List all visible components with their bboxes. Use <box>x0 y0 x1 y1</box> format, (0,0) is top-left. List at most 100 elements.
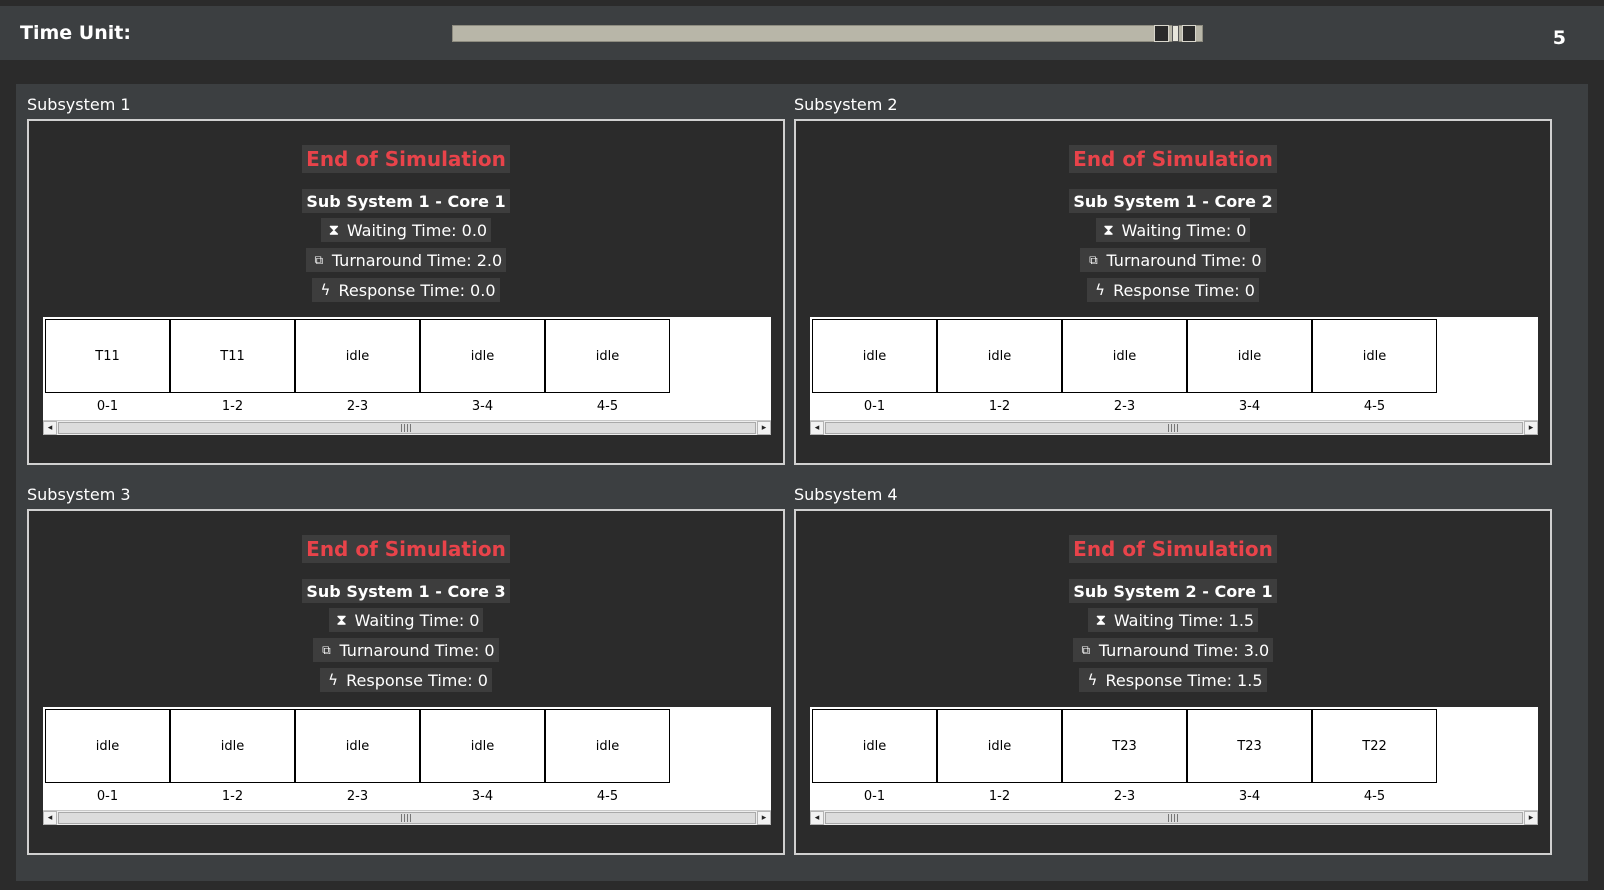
slider-thumb[interactable] <box>1154 25 1196 42</box>
gantt-tick-label: 3-4 <box>1238 399 1261 414</box>
gantt-cell: idle <box>420 709 545 783</box>
gantt-tick-label: 4-5 <box>1363 399 1386 414</box>
gantt-cell: idle <box>295 319 420 393</box>
panel-content: End of Simulation Sub System 1 - Core 2 … <box>794 119 1552 465</box>
turnaround-time: Turnaround Time: 0 <box>339 640 495 660</box>
gantt-cell: idle <box>812 709 937 783</box>
gantt-tick-label: 3-4 <box>1238 789 1261 804</box>
gantt-cell: T11 <box>45 319 170 393</box>
gantt-tick-label: 2-3 <box>346 789 369 804</box>
gantt-cell: idle <box>295 709 420 783</box>
gantt-cell: idle <box>1312 319 1437 393</box>
gantt-tick-label: 1-2 <box>988 399 1011 414</box>
turnaround-time: Turnaround Time: 0 <box>1106 250 1262 270</box>
gantt-cell: idle <box>937 709 1062 783</box>
panel-content: End of Simulation Sub System 1 - Core 1 … <box>27 119 785 465</box>
status-label: End of Simulation <box>302 535 510 563</box>
response-time: Response Time: 0 <box>1113 280 1255 300</box>
gantt-tick-label: 1-2 <box>221 399 244 414</box>
scroll-right-icon[interactable]: ▸ <box>1524 811 1538 825</box>
gantt-chart: idle idle T23 T23 T22 0-1 1-2 2-3 3-4 4-5 ◂ ▸ <box>810 707 1538 825</box>
subsystem-panel: Subsystem 4 End of Simulation Sub System… <box>793 482 1553 863</box>
time-unit-bar: Time Unit: 5 <box>0 6 1604 60</box>
waiting-time: Waiting Time: 0.0 <box>346 220 488 240</box>
core-title: Sub System 1 - Core 1 <box>302 189 510 213</box>
scroll-thumb[interactable] <box>825 422 1523 434</box>
horizontal-scrollbar[interactable]: ◂ ▸ <box>810 810 1538 825</box>
gantt-chart: T11 T11 idle idle idle 0-1 1-2 2-3 3-4 4-5 ◂ ▸ <box>43 317 771 435</box>
subsystem-panel: Subsystem 2 End of Simulation Sub System… <box>793 92 1553 473</box>
lightning-icon: ϟ <box>320 281 331 299</box>
gantt-tick-label: 2-3 <box>1113 789 1136 804</box>
scroll-left-icon[interactable]: ◂ <box>43 421 57 435</box>
horizontal-scrollbar[interactable]: ◂ ▸ <box>810 420 1538 435</box>
gantt-tick-label: 0-1 <box>863 399 886 414</box>
gantt-tick-label: 4-5 <box>1363 789 1386 804</box>
hourglass-icon: ⧗ <box>336 611 347 629</box>
gantt-cell: idle <box>45 709 170 783</box>
waiting-time-chip: ⧗ Waiting Time: 1.5 <box>1087 608 1259 632</box>
scroll-thumb[interactable] <box>58 422 756 434</box>
gantt-cell: idle <box>1187 319 1312 393</box>
gantt-tick-label: 2-3 <box>346 399 369 414</box>
turnaround-icon: ⧉ <box>314 252 324 267</box>
waiting-time: Waiting Time: 0 <box>1121 220 1247 240</box>
waiting-time-chip: ⧗ Waiting Time: 0 <box>328 608 484 632</box>
core-title: Sub System 2 - Core 1 <box>1069 579 1277 603</box>
time-unit-slider[interactable] <box>452 25 1203 42</box>
panel-title: Subsystem 2 <box>794 95 898 114</box>
gantt-cell: idle <box>170 709 295 783</box>
waiting-time-chip: ⧗ Waiting Time: 0.0 <box>320 218 492 242</box>
scroll-left-icon[interactable]: ◂ <box>43 811 57 825</box>
status-label: End of Simulation <box>1069 145 1277 173</box>
scroll-right-icon[interactable]: ▸ <box>1524 421 1538 435</box>
scroll-thumb[interactable] <box>825 812 1523 824</box>
turnaround-time: Turnaround Time: 2.0 <box>331 250 503 270</box>
turnaround-time-chip: ⧉ Turnaround Time: 2.0 <box>305 248 507 272</box>
gantt-cell: T23 <box>1062 709 1187 783</box>
gantt-cell: idle <box>937 319 1062 393</box>
response-time: Response Time: 1.5 <box>1105 670 1263 690</box>
core-title: Sub System 1 - Core 3 <box>302 579 510 603</box>
response-time: Response Time: 0.0 <box>338 280 496 300</box>
time-unit-value: 5 <box>1552 27 1566 49</box>
gantt-tick-label: 4-5 <box>596 789 619 804</box>
panel-content: End of Simulation Sub System 2 - Core 1 … <box>794 509 1552 855</box>
gantt-chart: idle idle idle idle idle 0-1 1-2 2-3 3-4 4-5 ◂ ▸ <box>810 317 1538 435</box>
response-time-chip: ϟ Response Time: 0 <box>1087 278 1259 302</box>
gantt-cell: idle <box>1062 319 1187 393</box>
core-title: Sub System 1 - Core 2 <box>1069 189 1277 213</box>
gantt-tick-label: 0-1 <box>96 399 119 414</box>
scroll-left-icon[interactable]: ◂ <box>810 811 824 825</box>
scroll-left-icon[interactable]: ◂ <box>810 421 824 435</box>
turnaround-icon: ⧉ <box>322 642 331 657</box>
scroll-thumb[interactable] <box>58 812 756 824</box>
panel-content: End of Simulation Sub System 1 - Core 3 … <box>27 509 785 855</box>
scroll-right-icon[interactable]: ▸ <box>757 421 771 435</box>
status-label: End of Simulation <box>1069 535 1277 563</box>
horizontal-scrollbar[interactable]: ◂ ▸ <box>43 810 771 825</box>
gantt-cell: T22 <box>1312 709 1437 783</box>
gantt-tick-label: 3-4 <box>471 399 494 414</box>
panel-title: Subsystem 1 <box>27 95 131 114</box>
turnaround-icon: ⧉ <box>1081 642 1091 657</box>
response-time: Response Time: 0 <box>346 670 488 690</box>
time-unit-label: Time Unit: <box>20 22 131 44</box>
gantt-cell: idle <box>812 319 937 393</box>
gantt-cell: idle <box>545 319 670 393</box>
turnaround-time: Turnaround Time: 3.0 <box>1098 640 1270 660</box>
gantt-tick-label: 4-5 <box>596 399 619 414</box>
lightning-icon: ϟ <box>1087 671 1098 689</box>
hourglass-icon: ⧗ <box>1103 221 1114 239</box>
horizontal-scrollbar[interactable]: ◂ ▸ <box>43 420 771 435</box>
gantt-tick-label: 0-1 <box>863 789 886 804</box>
subsystem-panel: Subsystem 3 End of Simulation Sub System… <box>26 482 786 863</box>
gantt-chart: idle idle idle idle idle 0-1 1-2 2-3 3-4 4-5 ◂ ▸ <box>43 707 771 825</box>
waiting-time-chip: ⧗ Waiting Time: 0 <box>1095 218 1251 242</box>
hourglass-icon: ⧗ <box>1095 611 1107 629</box>
response-time-chip: ϟ Response Time: 0.0 <box>312 278 500 302</box>
turnaround-time-chip: ⧉ Turnaround Time: 3.0 <box>1072 638 1274 662</box>
scroll-right-icon[interactable]: ▸ <box>757 811 771 825</box>
panel-title: Subsystem 4 <box>794 485 898 504</box>
gantt-cell: T23 <box>1187 709 1312 783</box>
